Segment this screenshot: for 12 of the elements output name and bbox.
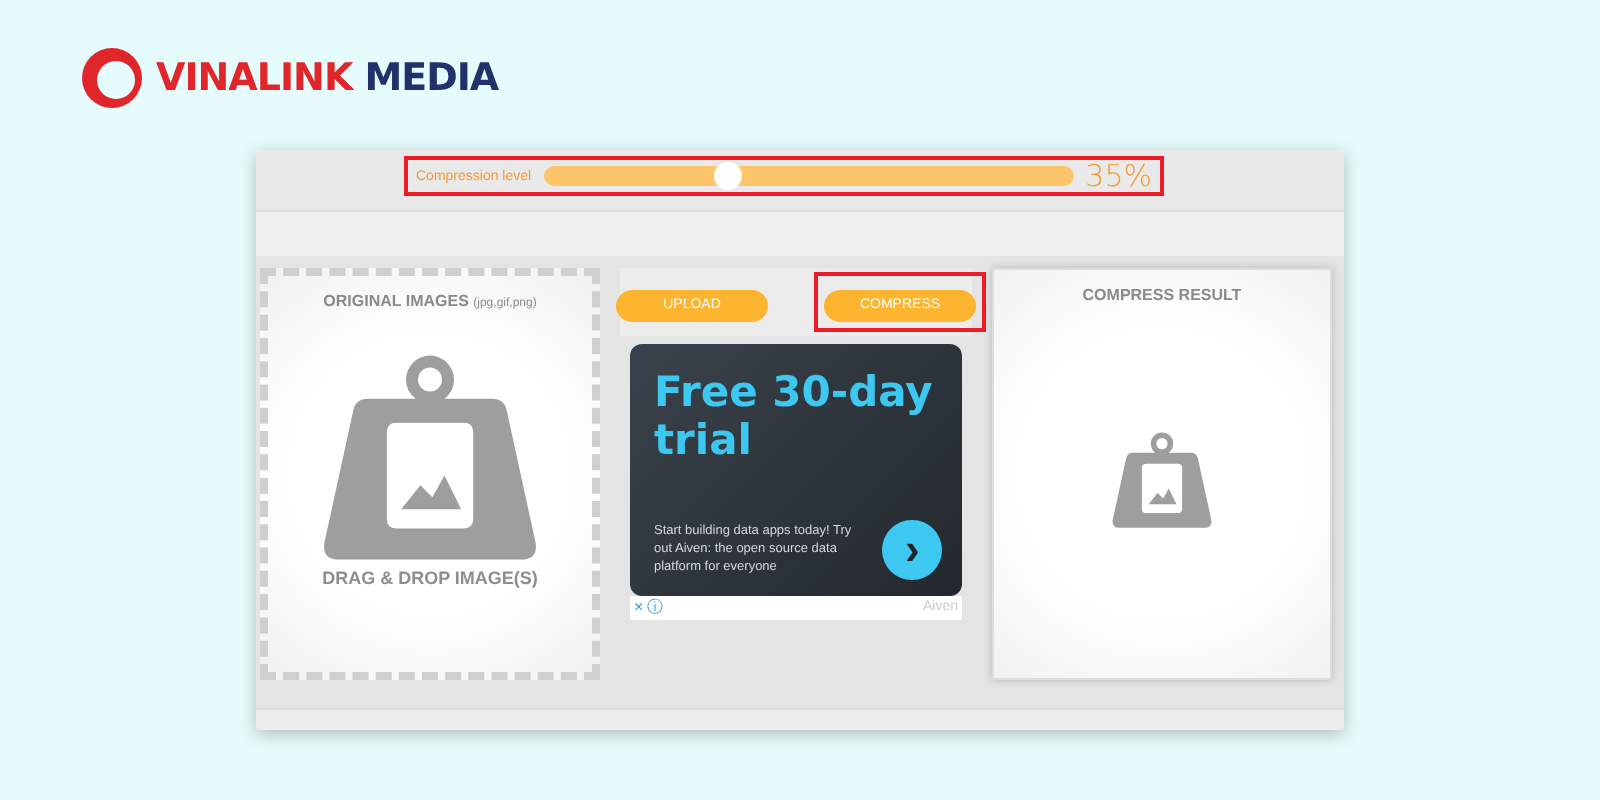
- logo-icon: [80, 46, 144, 110]
- slider-reading: 35%: [1085, 158, 1152, 194]
- close-ad-button[interactable]: ×: [634, 598, 644, 616]
- next-button[interactable]: ›: [882, 519, 942, 579]
- ad-info-button[interactable]: ⓘ: [647, 596, 664, 618]
- slider-track[interactable]: [543, 166, 1074, 186]
- ad-headline: Free 30-day trial: [654, 367, 935, 463]
- panel-title: COMPRESS RESULT: [1082, 286, 1242, 304]
- brand-suffix: MEDIA: [364, 56, 499, 100]
- brand-name: VINALINK: [156, 56, 353, 100]
- drop-hint: DRAG & DROP IMAGE(S): [322, 568, 538, 588]
- slider-thumb[interactable]: [714, 162, 743, 190]
